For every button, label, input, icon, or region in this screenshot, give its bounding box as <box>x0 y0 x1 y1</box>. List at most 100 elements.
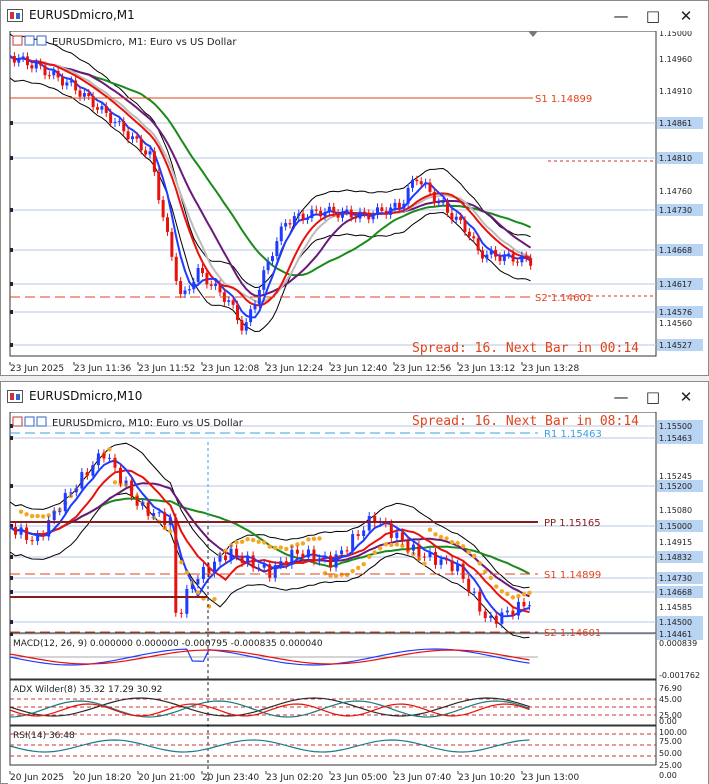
candle <box>235 548 239 557</box>
minimize-button[interactable]: — <box>611 387 631 407</box>
candle <box>297 213 301 217</box>
candle <box>323 555 327 559</box>
sar-dot <box>239 539 245 544</box>
price-label: 1.14500 <box>659 618 692 627</box>
candle <box>288 223 292 225</box>
candle <box>244 322 248 331</box>
sar-dot <box>195 590 201 595</box>
candle <box>341 211 344 218</box>
candle <box>367 213 371 220</box>
candle <box>246 555 250 563</box>
maximize-button[interactable]: □ <box>643 6 663 26</box>
candle <box>257 567 261 569</box>
candle <box>201 267 204 274</box>
candle <box>161 200 165 218</box>
candle <box>351 534 355 551</box>
candle <box>284 223 288 227</box>
candle <box>292 216 296 225</box>
candle <box>450 212 454 220</box>
candle <box>144 150 148 155</box>
price-label: 1.15245 <box>659 472 692 481</box>
candle <box>356 534 360 537</box>
candle <box>295 549 299 554</box>
candle <box>163 512 167 525</box>
price-label: 1.14861 <box>659 119 692 128</box>
chart-window-m1[interactable]: EURUSDmicro,M1 — □ ✕ S1 1.14899 S2 1.146… <box>0 0 709 376</box>
candle <box>358 211 362 219</box>
candle <box>240 320 244 331</box>
candle <box>262 564 266 568</box>
sar-dot <box>284 546 289 552</box>
candle <box>284 561 288 565</box>
candle <box>113 457 117 468</box>
time-scale: 20 Jun 2025 20 Jun 18:20 20 Jun 21:00 20 Ju… <box>9 771 579 783</box>
price-chart-m1[interactable]: S1 1.14899 S2 1.14601 EURUSDmicro, M1: E… <box>8 31 708 375</box>
time-label: 23 Jun 07:40 <box>394 773 451 783</box>
candle <box>135 496 139 506</box>
candle <box>85 472 89 476</box>
sar-dot <box>40 514 46 519</box>
close-button[interactable]: ✕ <box>676 6 696 26</box>
candle <box>319 210 323 217</box>
candle <box>301 213 305 220</box>
candle <box>119 467 123 484</box>
title-bar[interactable]: EURUSDmicro,M1 — □ ✕ <box>1 1 708 31</box>
candle <box>41 534 45 537</box>
candle <box>224 555 228 561</box>
candle <box>58 511 62 513</box>
candle <box>12 56 16 63</box>
candle <box>218 555 222 562</box>
price-chart-m10[interactable]: R1 1.15463 PP 1.15165 S1 1.14899 S2 1.14… <box>8 412 708 784</box>
candle <box>345 550 349 552</box>
time-label: 23 Jun 13:28 <box>522 364 579 374</box>
price-label: 1.15000 <box>659 522 692 531</box>
price-label: 1.14668 <box>659 588 692 597</box>
candle <box>511 253 515 262</box>
macd-label: MACD(12, 26, 9) 0.000000 0.000000 -0.000… <box>13 639 323 649</box>
candle <box>249 309 253 323</box>
candle <box>19 527 23 535</box>
candle <box>345 209 349 212</box>
sar-dot <box>516 593 521 599</box>
candle <box>529 258 533 266</box>
candle <box>439 559 443 565</box>
time-label: 23 Jun 11:52 <box>138 364 195 374</box>
sar-dot <box>499 589 505 594</box>
candle <box>30 540 34 542</box>
candle <box>185 588 189 614</box>
candle <box>229 548 233 561</box>
candle <box>520 255 524 263</box>
sar-dot <box>256 539 261 545</box>
spread-info: Spread: 16. Next Bar in 08:14 <box>412 414 639 429</box>
candle <box>336 213 340 218</box>
candle <box>52 511 56 521</box>
candle <box>251 555 255 568</box>
candle <box>100 106 104 110</box>
candle <box>432 191 436 203</box>
chart-window-m10[interactable]: EURUSDmicro,M10 — □ ✕ R1 1.15463 PP 1.15… <box>0 381 709 784</box>
spread-info: Spread: 16. Next Bar in 00:14 <box>412 341 639 356</box>
minimize-button[interactable]: — <box>611 6 631 26</box>
candle <box>131 136 134 140</box>
close-button[interactable]: ✕ <box>676 387 696 407</box>
sar-dot <box>29 513 35 519</box>
candle <box>170 231 174 257</box>
price-label: 1.14668 <box>659 246 692 255</box>
candle <box>96 453 100 466</box>
sar-dot <box>449 539 455 545</box>
sar-dot <box>306 537 311 542</box>
sar-dot <box>322 570 328 576</box>
title-bar[interactable]: EURUSDmicro,M10 — □ ✕ <box>1 382 708 412</box>
sar-dot <box>460 544 466 549</box>
time-label: 23 Jun 12:56 <box>394 364 451 374</box>
candle <box>69 492 73 494</box>
maximize-button[interactable]: □ <box>643 387 663 407</box>
price-label: 1.14730 <box>659 574 692 583</box>
candle <box>428 182 432 192</box>
price-label: 1.14760 <box>659 187 692 196</box>
candle <box>415 179 419 182</box>
indicator-scale-label: 0.00 <box>659 771 677 780</box>
candle <box>65 82 69 86</box>
sar-dot <box>262 540 267 545</box>
candle <box>516 261 519 263</box>
